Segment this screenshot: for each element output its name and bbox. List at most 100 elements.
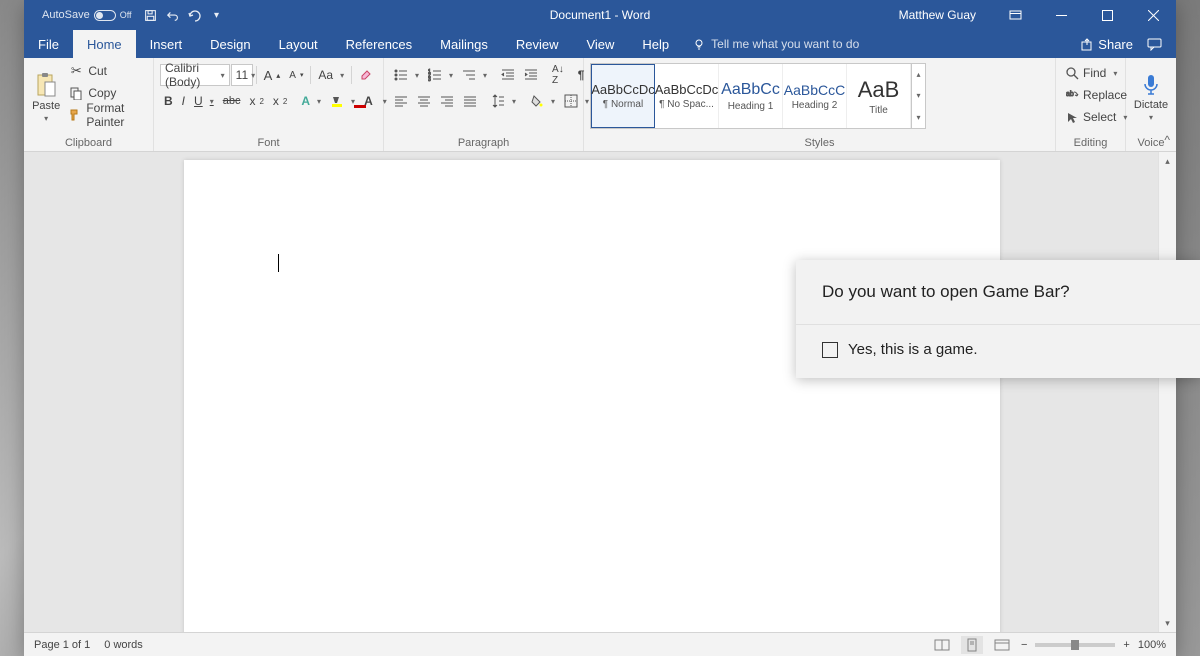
style-title[interactable]: AaB Title xyxy=(847,64,911,128)
style-heading-1[interactable]: AaBbCc Heading 1 xyxy=(719,64,783,128)
minimize-button[interactable] xyxy=(1038,0,1084,30)
save-icon[interactable] xyxy=(144,8,158,22)
tab-help[interactable]: Help xyxy=(628,30,683,58)
tab-review[interactable]: Review xyxy=(502,30,573,58)
read-mode-button[interactable] xyxy=(931,636,953,654)
tab-design[interactable]: Design xyxy=(196,30,264,58)
align-left-button[interactable] xyxy=(390,90,412,112)
tab-layout[interactable]: Layout xyxy=(265,30,332,58)
cursor-icon xyxy=(1066,111,1079,124)
strikethrough-button[interactable]: abc xyxy=(219,90,245,112)
sort-button[interactable]: A↓Z xyxy=(548,64,568,86)
chevron-down-icon: ▾ xyxy=(218,71,225,80)
line-spacing-button[interactable]: ▾ xyxy=(487,90,520,112)
gallery-scroll-up[interactable]: ▴ xyxy=(912,64,925,85)
undo-icon[interactable] xyxy=(166,8,180,22)
comments-icon[interactable] xyxy=(1147,38,1162,51)
align-center-button[interactable] xyxy=(413,90,435,112)
highlight-button[interactable]: ▾ xyxy=(326,90,359,112)
scroll-down-button[interactable]: ▾ xyxy=(1159,614,1176,632)
vertical-scrollbar[interactable]: ▴ ▾ xyxy=(1158,152,1176,632)
find-button[interactable]: Find ▾ xyxy=(1062,62,1119,84)
cut-label: Cut xyxy=(88,64,107,78)
paste-button[interactable]: Paste ▾ xyxy=(30,60,62,134)
editing-group-label: Editing xyxy=(1062,134,1119,151)
zoom-out-button[interactable]: − xyxy=(1021,639,1027,651)
maximize-button[interactable] xyxy=(1084,0,1130,30)
font-family-combo[interactable]: Calibri (Body)▾ xyxy=(160,64,230,86)
superscript-button[interactable]: x2 xyxy=(269,90,291,112)
font-size-combo[interactable]: 11▾ xyxy=(231,64,253,86)
share-button[interactable]: Share xyxy=(1081,37,1133,52)
chevron-down-icon: ▾ xyxy=(248,71,255,80)
bold-button[interactable]: B xyxy=(160,90,177,112)
format-painter-label: Format Painter xyxy=(86,101,143,129)
replace-button[interactable]: ab Replace xyxy=(1062,84,1119,106)
print-layout-button[interactable] xyxy=(961,636,983,654)
align-right-button[interactable] xyxy=(436,90,458,112)
ribbon-display-options[interactable] xyxy=(992,0,1038,30)
shading-button[interactable]: ▾ xyxy=(526,90,559,112)
tab-home[interactable]: Home xyxy=(73,30,136,58)
gallery-expand[interactable]: ▾ xyxy=(912,107,925,128)
select-button[interactable]: Select ▾ xyxy=(1062,106,1119,128)
group-font: Calibri (Body)▾ 11▾ A▴ A▾ Aa▾ B I U▾ abc… xyxy=(154,58,384,151)
ribbon-tabs: File Home Insert Design Layout Reference… xyxy=(24,30,1176,58)
text-effects-button[interactable]: A▾ xyxy=(297,90,325,112)
paragraph-group-label: Paragraph xyxy=(390,134,577,151)
bullets-button[interactable]: ▾ xyxy=(390,64,423,86)
grow-font-button[interactable]: A▴ xyxy=(260,64,285,86)
justify-button[interactable] xyxy=(459,90,481,112)
tab-mailings[interactable]: Mailings xyxy=(426,30,502,58)
close-button[interactable] xyxy=(1130,0,1176,30)
window-title: Document1 - Word xyxy=(550,8,650,22)
tab-references[interactable]: References xyxy=(332,30,426,58)
gamebar-checkbox-label[interactable]: Yes, this is a game. xyxy=(848,341,978,358)
increase-indent-button[interactable] xyxy=(520,64,542,86)
format-painter-button[interactable]: Format Painter xyxy=(64,104,147,126)
gallery-scroll-down[interactable]: ▾ xyxy=(912,85,925,106)
find-label: Find xyxy=(1083,66,1106,80)
statusbar: Page 1 of 1 0 words − + 100% xyxy=(24,632,1176,656)
scroll-up-button[interactable]: ▴ xyxy=(1159,152,1176,170)
cut-button[interactable]: ✂ Cut xyxy=(64,60,147,82)
customize-qat-icon[interactable]: ▾ xyxy=(210,8,224,22)
zoom-thumb[interactable] xyxy=(1071,640,1079,650)
page-indicator[interactable]: Page 1 of 1 xyxy=(34,639,90,651)
multilevel-list-button[interactable]: ▾ xyxy=(458,64,491,86)
autosave-switch[interactable] xyxy=(94,10,116,21)
zoom-slider[interactable] xyxy=(1035,643,1115,647)
collapse-ribbon-button[interactable]: ^ xyxy=(1164,133,1170,147)
tab-view[interactable]: View xyxy=(572,30,628,58)
decrease-indent-button[interactable] xyxy=(497,64,519,86)
word-count[interactable]: 0 words xyxy=(104,639,143,651)
select-label: Select xyxy=(1083,110,1116,124)
underline-button[interactable]: U▾ xyxy=(190,90,218,112)
align-left-icon xyxy=(394,94,408,108)
gamebar-checkbox[interactable] xyxy=(822,342,838,358)
clear-formatting-button[interactable] xyxy=(355,64,377,86)
style-normal[interactable]: AaBbCcDc ¶ Normal xyxy=(591,64,655,128)
style-heading-2[interactable]: AaBbCcC Heading 2 xyxy=(783,64,847,128)
numbering-button[interactable]: 123▾ xyxy=(424,64,457,86)
zoom-level[interactable]: 100% xyxy=(1138,639,1166,651)
tab-insert[interactable]: Insert xyxy=(136,30,197,58)
shrink-font-button[interactable]: A▾ xyxy=(285,64,307,86)
tell-me-search[interactable]: Tell me what you want to do xyxy=(683,30,869,58)
tab-file[interactable]: File xyxy=(24,30,73,58)
svg-text:3: 3 xyxy=(428,77,431,82)
subscript-button[interactable]: x2 xyxy=(245,90,267,112)
zoom-in-button[interactable]: + xyxy=(1123,639,1129,651)
dictate-button[interactable]: Dictate ▾ xyxy=(1132,60,1170,134)
username[interactable]: Matthew Guay xyxy=(883,8,992,22)
document-page[interactable] xyxy=(184,160,1000,632)
styles-gallery: AaBbCcDc ¶ Normal AaBbCcDc ¶ No Spac... … xyxy=(590,63,926,129)
paint-bucket-icon xyxy=(530,94,544,108)
style-no-spacing[interactable]: AaBbCcDc ¶ No Spac... xyxy=(655,64,719,128)
change-case-button[interactable]: Aa▾ xyxy=(314,64,348,86)
redo-icon[interactable] xyxy=(188,8,202,22)
replace-label: Replace xyxy=(1083,88,1127,102)
italic-button[interactable]: I xyxy=(178,90,189,112)
autosave-toggle[interactable]: AutoSave Off xyxy=(38,7,136,23)
web-layout-button[interactable] xyxy=(991,636,1013,654)
